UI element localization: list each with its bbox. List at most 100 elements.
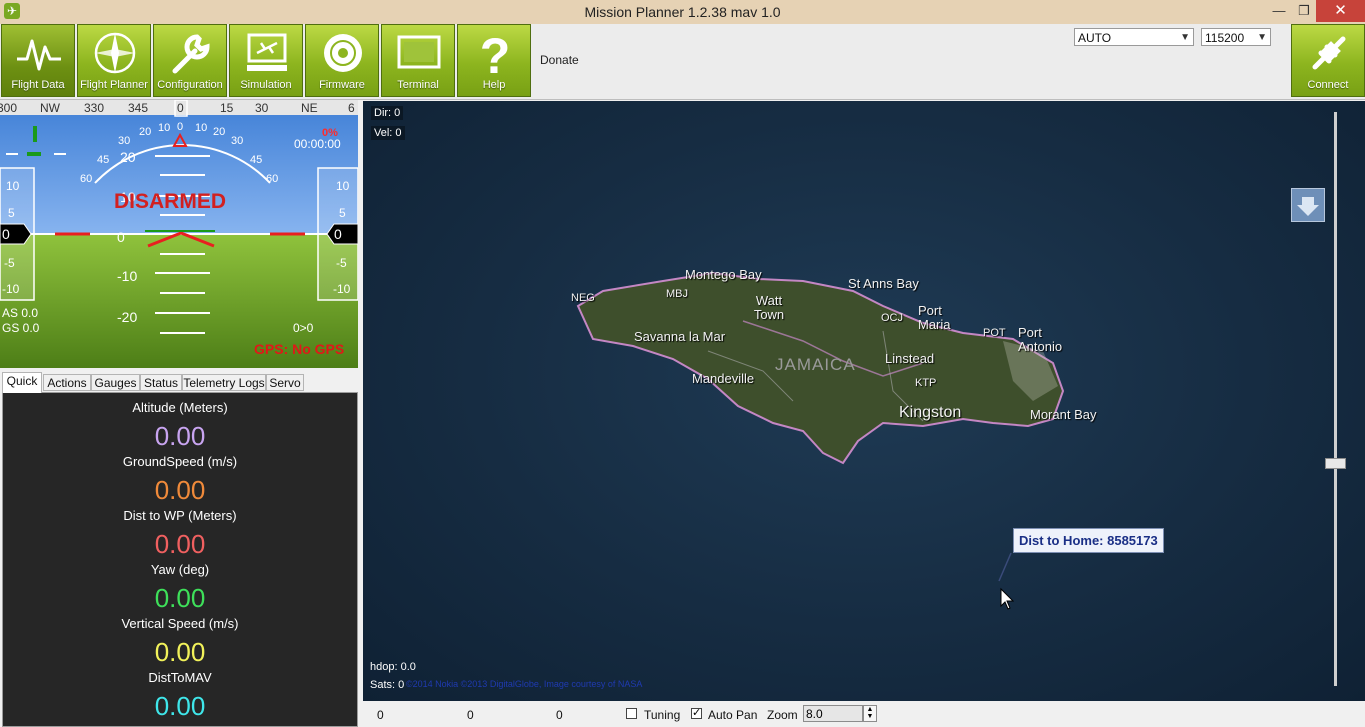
flight-planner-button[interactable]: Flight Planner <box>77 24 151 97</box>
heading-tick: 300 <box>0 101 17 115</box>
title-bar: ✈ Mission Planner 1.2.38 mav 1.0 — ❐ ✕ <box>0 0 1365 25</box>
map-view[interactable]: Dir: 0 Vel: 0 Montego Bay MBJ NEG Watt T… <box>363 101 1365 701</box>
roll-label: 10 <box>195 122 207 134</box>
bottom-value: 0 <box>556 708 563 722</box>
tab-actions[interactable]: Actions <box>43 374 91 391</box>
bottom-value: 0 <box>467 708 474 722</box>
roll-label: 20 <box>213 126 225 138</box>
map-label: Watt Town <box>753 293 785 322</box>
help-label: Help <box>482 79 506 91</box>
right-tape-value: 0 <box>334 226 342 242</box>
map-label: JAMAICA <box>775 355 856 374</box>
bottom-bar: 0 0 0 Tuning ✓ Auto Pan Zoom 8.0 ▲ ▼ <box>363 702 1365 727</box>
map-label: Morant Bay <box>1030 407 1097 422</box>
map-label: Port Maria <box>918 303 951 332</box>
quick-label: Dist to WP (Meters) <box>123 508 237 523</box>
arming-status: DISARMED <box>113 190 226 213</box>
terminal-button[interactable]: Terminal <box>381 24 455 97</box>
roll-label: 60 <box>80 173 92 185</box>
heading-tick: 30 <box>255 101 269 115</box>
zoom-slider-track[interactable] <box>1334 112 1337 686</box>
minimize-button[interactable]: — <box>1265 0 1293 22</box>
quick-value[interactable]: 0.00 <box>3 421 357 452</box>
tab-telemetry-logs[interactable]: Telemetry Logs <box>182 374 266 391</box>
gps-status: GPS: No GPS <box>254 341 345 357</box>
donate-link[interactable]: Donate <box>540 53 579 67</box>
pitch-label: -10 <box>117 268 137 284</box>
quick-label: DistToMAV <box>148 670 212 685</box>
bottom-value: 0 <box>377 708 384 722</box>
roll-label: 60 <box>266 173 278 185</box>
terminal-label: Terminal <box>397 79 439 91</box>
map-label: KTP <box>915 377 937 389</box>
baud-select-value: 115200 <box>1205 31 1245 45</box>
map-label: NEG <box>571 292 595 304</box>
left-tape-tick: -5 <box>4 256 15 270</box>
tab-servo[interactable]: Servo <box>266 374 304 391</box>
disc-icon <box>324 34 362 72</box>
map-label: Port Antonio <box>1018 325 1063 354</box>
close-button[interactable]: ✕ <box>1316 0 1365 22</box>
configuration-label: Configuration <box>157 79 223 91</box>
help-button[interactable]: ? Help <box>457 24 531 97</box>
configuration-button[interactable]: Configuration <box>153 24 227 97</box>
left-tape-tick: 10 <box>6 179 20 193</box>
map-copyright: ©2014 Nokia ©2013 DigitalGlobe, Image co… <box>406 679 643 689</box>
connect-button[interactable]: Connect <box>1291 24 1365 97</box>
simulation-button[interactable]: Simulation <box>229 24 303 97</box>
arrow-down-icon <box>1297 197 1319 216</box>
firmware-button[interactable]: Firmware <box>305 24 379 97</box>
right-tape-tick: 10 <box>336 179 350 193</box>
zoom-slider-thumb[interactable] <box>1325 458 1346 469</box>
heading-tick: NE <box>301 101 318 115</box>
svg-text:?: ? <box>480 29 511 77</box>
flight-planner-label: Flight Planner <box>80 79 148 91</box>
quick-value[interactable]: 0.00 <box>3 637 357 668</box>
map-zoom-button[interactable] <box>1291 188 1325 222</box>
flight-data-button[interactable]: Flight Data <box>1 24 75 97</box>
left-tape-value: 0 <box>2 226 10 242</box>
right-tape-tick: 5 <box>339 206 346 220</box>
heading-tick: 15 <box>220 101 234 115</box>
firmware-label: Firmware <box>319 79 365 91</box>
tuning-checkbox[interactable] <box>626 708 637 719</box>
distance-to-home-tooltip: Dist to Home: 8585173 <box>1013 528 1164 553</box>
left-tape-tick: -10 <box>2 282 20 296</box>
zoom-input[interactable]: 8.0 <box>803 705 863 722</box>
quick-value[interactable]: 0.00 <box>3 583 357 614</box>
map-label: Kingston <box>899 404 962 421</box>
sats-readout: Sats: 0 <box>370 679 405 691</box>
map-label: POT <box>983 327 1006 339</box>
window-title: Mission Planner 1.2.38 mav 1.0 <box>584 4 781 20</box>
baud-select[interactable]: 115200 ▼ <box>1201 28 1271 46</box>
tab-quick[interactable]: Quick <box>2 372 42 393</box>
quick-value[interactable]: 0.00 <box>3 691 357 722</box>
help-icon: ? <box>480 29 511 77</box>
zoom-spinner[interactable]: ▲ ▼ <box>863 705 877 722</box>
roll-label: 30 <box>118 135 130 147</box>
auto-pan-checkbox[interactable]: ✓ <box>691 708 702 719</box>
map-label: Montego Bay <box>685 267 762 282</box>
connect-label: Connect <box>1307 79 1349 91</box>
right-tape-tick: -5 <box>336 256 347 270</box>
auto-pan-label: Auto Pan <box>708 708 758 722</box>
quick-value[interactable]: 0.00 <box>3 529 357 560</box>
restore-button[interactable]: ❐ <box>1290 0 1318 22</box>
port-select-value: AUTO <box>1078 31 1112 45</box>
simulation-label: Simulation <box>240 79 292 91</box>
flight-timer: 00:00:00 <box>294 137 341 151</box>
map-label: Linstead <box>885 351 935 366</box>
zoom-label: Zoom <box>767 708 798 722</box>
map-label: Savanna la Mar <box>634 329 726 344</box>
waypoint-readout: 0>0 <box>293 321 314 335</box>
battery-readout: 0% <box>322 127 338 139</box>
heading-tick: 6 <box>348 101 355 115</box>
tab-status[interactable]: Status <box>140 374 182 391</box>
port-select[interactable]: AUTO ▼ <box>1074 28 1194 46</box>
chevron-down-icon: ▼ <box>1180 32 1190 43</box>
pitch-label: -20 <box>117 309 137 325</box>
quick-value[interactable]: 0.00 <box>3 475 357 506</box>
tab-gauges[interactable]: Gauges <box>91 374 140 391</box>
airspeed-readout: AS 0.0 <box>2 306 39 320</box>
tuning-label: Tuning <box>644 708 681 722</box>
